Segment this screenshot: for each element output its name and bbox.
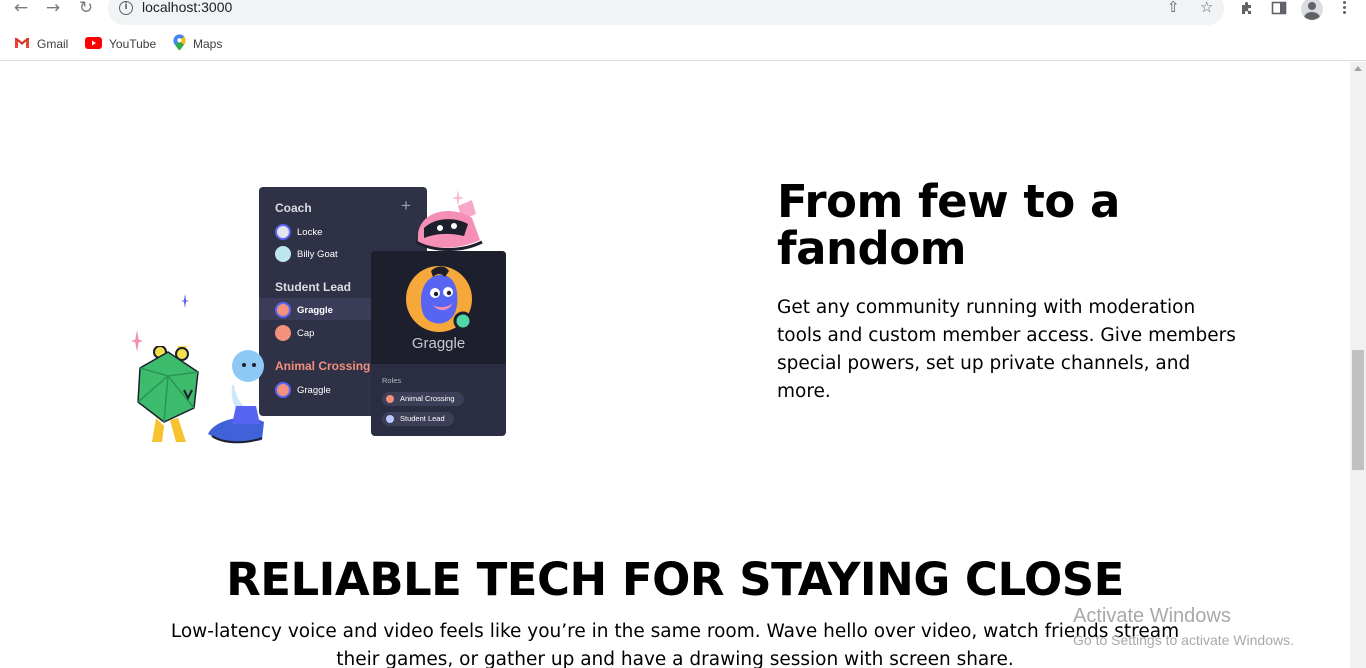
community-illustration: Coach + Locke Billy Goat Student Lead Gr… xyxy=(120,178,520,458)
graggle-avatar-icon xyxy=(406,266,473,332)
roles-label: Roles xyxy=(382,376,402,385)
kebab-menu-icon[interactable] xyxy=(1339,0,1349,17)
bookmark-youtube[interactable]: YouTube xyxy=(85,35,156,53)
scroll-up-arrow-icon[interactable] xyxy=(1354,66,1362,71)
member-name: Cap xyxy=(297,328,315,339)
share-icon[interactable]: ⇧ xyxy=(1167,0,1180,16)
member-name: Locke xyxy=(297,227,323,238)
arrow-left-icon: ← xyxy=(13,0,29,18)
info-icon[interactable]: i xyxy=(119,1,133,15)
maps-icon xyxy=(173,34,186,54)
member-name: Graggle xyxy=(297,305,333,316)
member-name: Billy Goat xyxy=(297,249,338,260)
role-pill: Animal Crossing xyxy=(382,392,464,406)
role-label: Student Lead xyxy=(400,414,445,423)
bookmark-label: YouTube xyxy=(109,37,157,51)
section-description: Low-latency voice and video feels like y… xyxy=(170,621,1180,668)
gmail-icon xyxy=(14,37,30,52)
profile-card: Graggle Roles Animal Crossing Student Le… xyxy=(371,251,506,436)
page-content: Coach + Locke Billy Goat Student Lead Gr… xyxy=(0,62,1350,668)
address-bar[interactable]: i localhost:3000 ⇧ ☆ xyxy=(108,0,1224,25)
avatar xyxy=(275,302,291,318)
sparkle-icon xyxy=(181,294,189,308)
watermark-title: Activate Windows xyxy=(1073,605,1231,627)
feature-description: Get any community running with moderatio… xyxy=(777,297,1236,402)
avatar xyxy=(275,224,291,240)
group-heading: Coach xyxy=(275,201,312,215)
bookmark-label: Maps xyxy=(193,37,223,51)
back-button[interactable]: ← xyxy=(10,0,32,20)
side-panel-icon[interactable] xyxy=(1271,0,1287,20)
forward-button[interactable]: → xyxy=(42,0,64,20)
star-icon[interactable]: ☆ xyxy=(1200,0,1213,16)
bookmark-gmail[interactable]: Gmail xyxy=(14,35,68,53)
bookmark-maps[interactable]: Maps xyxy=(173,34,223,54)
section-title: RELIABLE TECH FOR STAYING CLOSE xyxy=(226,553,1124,606)
bookmark-label: Gmail xyxy=(37,37,69,51)
scroll-thumb[interactable] xyxy=(1352,350,1364,470)
member-name: Graggle xyxy=(297,385,331,396)
role-label: Animal Crossing xyxy=(400,394,455,403)
pawn-mascot-icon xyxy=(208,350,264,444)
role-pill: Student Lead xyxy=(382,412,454,426)
browser-toolbar: ← → ↻ i localhost:3000 ⇧ ☆ xyxy=(0,0,1366,26)
feature-title: From few to a fandom xyxy=(777,175,1120,275)
group-heading: Student Lead xyxy=(275,280,352,294)
puzzle-icon[interactable] xyxy=(1239,0,1255,20)
avatar xyxy=(275,246,291,262)
avatar xyxy=(275,382,291,398)
robot-mascot-icon xyxy=(415,200,483,251)
reload-icon: ↻ xyxy=(78,0,94,18)
bookmarks-bar: Gmail YouTube Maps xyxy=(0,26,1366,61)
role-color-dot xyxy=(386,415,394,423)
url-text[interactable]: localhost:3000 xyxy=(142,0,232,15)
group-heading: Animal Crossing xyxy=(275,359,371,373)
page-scrollbar[interactable] xyxy=(1350,62,1366,668)
profile-avatar[interactable] xyxy=(1301,0,1323,20)
dice-mascot-icon xyxy=(137,346,199,442)
avatar xyxy=(275,325,291,341)
reload-button[interactable]: ↻ xyxy=(75,0,97,20)
profile-name: Graggle xyxy=(411,335,466,352)
youtube-icon xyxy=(85,36,102,52)
role-color-dot xyxy=(386,395,394,403)
arrow-right-icon: → xyxy=(45,0,61,18)
watermark-subtitle: Go to Settings to activate Windows. xyxy=(1073,632,1294,648)
windows-activation-watermark: Activate Windows Go to Settings to activ… xyxy=(1073,604,1294,650)
